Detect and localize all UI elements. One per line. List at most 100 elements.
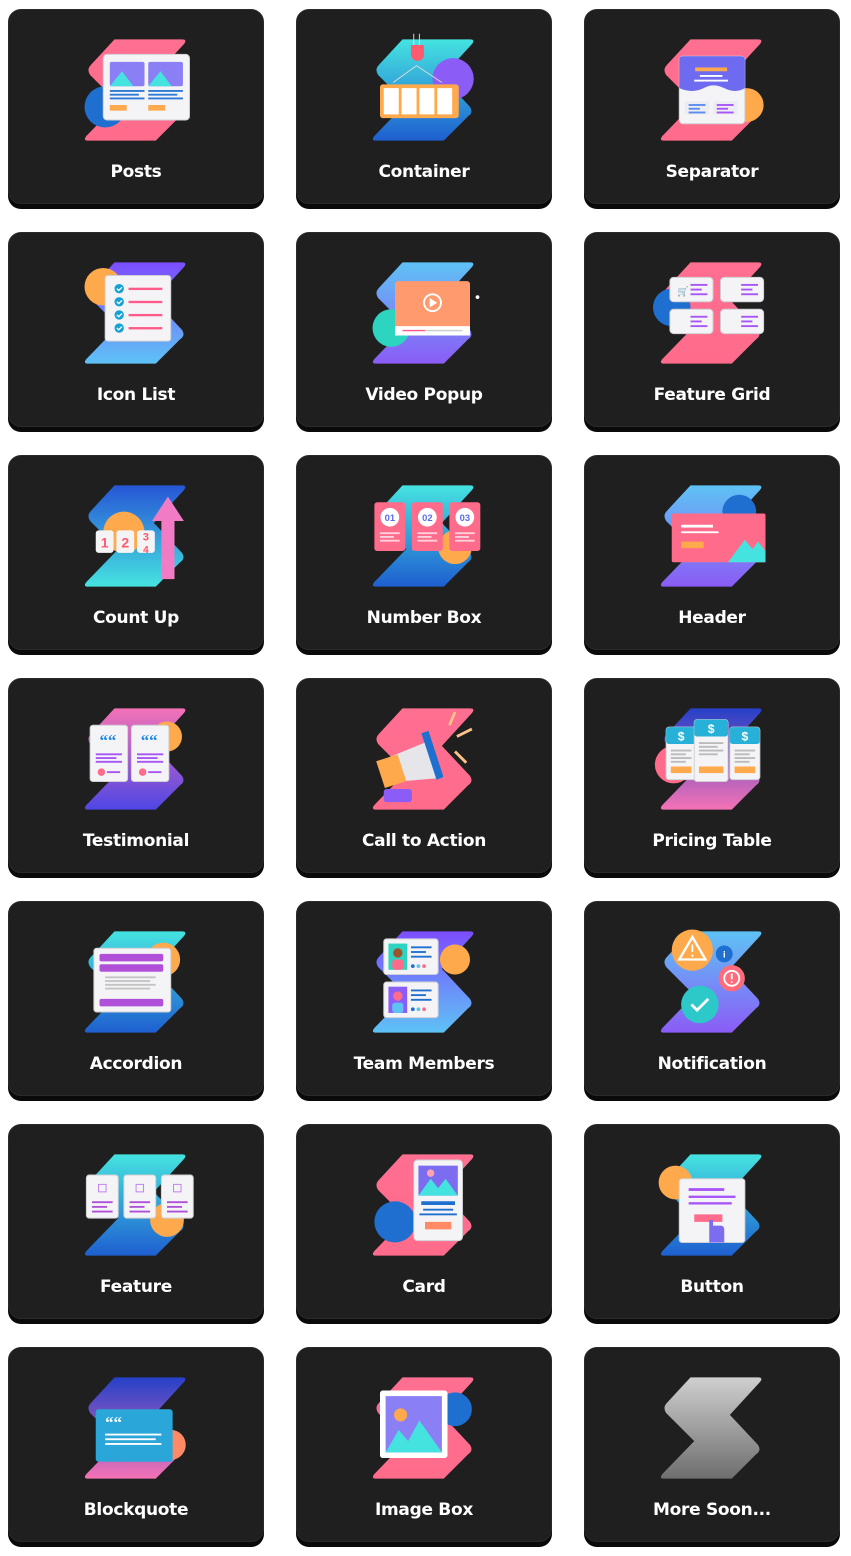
widget-card-accordion[interactable]: Accordion [8,901,264,1096]
widget-label: Number Box [366,608,482,628]
container-icon [365,30,485,150]
widget-card-pricing-table[interactable]: $ $ $ Pricing Table [584,678,840,873]
notification-icon-graphic: i [660,929,762,1033]
more-soon-icon [653,1368,773,1488]
video-popup-icon-graphic [372,262,480,364]
svg-text:i: i [723,950,726,960]
widget-card-feature[interactable]: Feature [8,1124,264,1319]
number-box-icon: 01 02 03 [365,476,485,596]
svg-text:2: 2 [121,534,129,550]
widget-card-more-soon[interactable]: More Soon... [584,1347,840,1542]
widget-card-count-up[interactable]: 12 3 4 Count Up [8,455,264,650]
image-box-icon [365,1368,485,1488]
svg-text:03: 03 [460,513,470,523]
svg-text:4: 4 [143,545,149,556]
feature-icon-graphic [84,1154,194,1256]
widget-label: Header [678,608,746,628]
svg-text:““: ““ [105,1413,122,1432]
header-icon-graphic [660,485,766,587]
widget-label: Icon List [96,385,176,405]
testimonial-icon: ““ ““ [77,699,197,819]
widget-label: Count Up [93,608,179,628]
svg-text:🛒: 🛒 [677,285,689,297]
widget-card-card[interactable]: Card [296,1124,552,1319]
widget-card-posts[interactable]: Posts [8,9,264,204]
posts-icon-graphic [84,39,190,141]
widget-card-icon-list[interactable]: Icon List [8,232,264,427]
widget-card-separator[interactable]: Separator [584,9,840,204]
svg-text:$: $ [741,729,748,743]
widget-card-testimonial[interactable]: ““ ““ Testimonial [8,678,264,873]
button-icon-graphic [658,1154,762,1256]
separator-icon [653,30,773,150]
widget-grid: Posts Container Separator Icon List Vide… [8,9,840,1542]
pricing-table-icon-graphic: $ $ $ [654,708,762,810]
blockquote-icon-graphic: ““ [84,1377,186,1479]
svg-text:““: ““ [100,731,117,750]
separator-icon-graphic [660,39,764,141]
widget-card-number-box[interactable]: 01 02 03 Number Box [296,455,552,650]
feature-grid-icon-graphic: 🛒 [653,262,765,364]
widget-card-image-box[interactable]: Image Box [296,1347,552,1542]
svg-text:02: 02 [422,513,432,523]
widget-card-container[interactable]: Container [296,9,552,204]
widget-label: Testimonial [82,831,190,851]
svg-text:01: 01 [385,513,395,523]
count-up-icon-graphic: 12 3 4 [84,485,186,587]
widget-label: Team Members [353,1054,495,1074]
widget-label: Notification [657,1054,767,1074]
widget-label: Blockquote [83,1500,189,1520]
card-icon [365,1145,485,1265]
feature-icon [77,1145,197,1265]
svg-text:1: 1 [101,534,109,550]
megaphone-icon-graphic [372,708,474,810]
widget-label: Image Box [374,1500,474,1520]
pricing-table-icon: $ $ $ [653,699,773,819]
accordion-icon-graphic [84,931,186,1033]
widget-label: Call to Action [361,831,486,851]
megaphone-icon [365,699,485,819]
svg-text:3: 3 [143,532,149,544]
svg-text:$: $ [678,729,685,743]
card-icon-graphic [372,1154,474,1256]
posts-icon [77,30,197,150]
widget-card-header[interactable]: Header [584,455,840,650]
widget-card-button[interactable]: Button [584,1124,840,1319]
widget-label: Separator [665,162,759,182]
number-box-icon-graphic: 01 02 03 [372,485,481,587]
widget-card-notification[interactable]: i Notification [584,901,840,1096]
image-box-icon-graphic [372,1377,474,1479]
widget-card-blockquote[interactable]: ““ Blockquote [8,1347,264,1542]
feature-grid-icon: 🛒 [653,253,773,373]
team-members-icon [365,922,485,1042]
header-icon [653,476,773,596]
widget-card-team-members[interactable]: Team Members [296,901,552,1096]
more-soon-icon-graphic [660,1377,762,1479]
video-popup-icon [365,253,485,373]
widget-card-video-popup[interactable]: Video Popup [296,232,552,427]
notification-icon: i [653,922,773,1042]
widget-label: Feature [100,1277,172,1297]
widget-label: Posts [110,162,162,182]
widget-label: Video Popup [365,385,483,405]
widget-label: Card [402,1277,446,1297]
icon-list-icon [77,253,197,373]
svg-text:““: ““ [141,731,158,750]
widget-label: More Soon... [653,1500,771,1520]
team-members-icon-graphic [372,931,474,1033]
accordion-icon [77,922,197,1042]
blockquote-icon: ““ [77,1368,197,1488]
count-up-icon: 12 3 4 [77,476,197,596]
widget-label: Container [378,162,470,182]
widget-label: Feature Grid [653,385,771,405]
button-icon [653,1145,773,1265]
svg-text:$: $ [708,722,715,736]
widget-label: Button [680,1277,744,1297]
icon-list-icon-graphic [84,262,186,364]
widget-card-call-to-action[interactable]: Call to Action [296,678,552,873]
widget-label: Pricing Table [652,831,772,851]
widget-card-feature-grid[interactable]: 🛒 Feature Grid [584,232,840,427]
testimonial-icon-graphic: ““ ““ [84,708,186,810]
container-icon-graphic [372,33,474,141]
widget-label: Accordion [89,1054,183,1074]
